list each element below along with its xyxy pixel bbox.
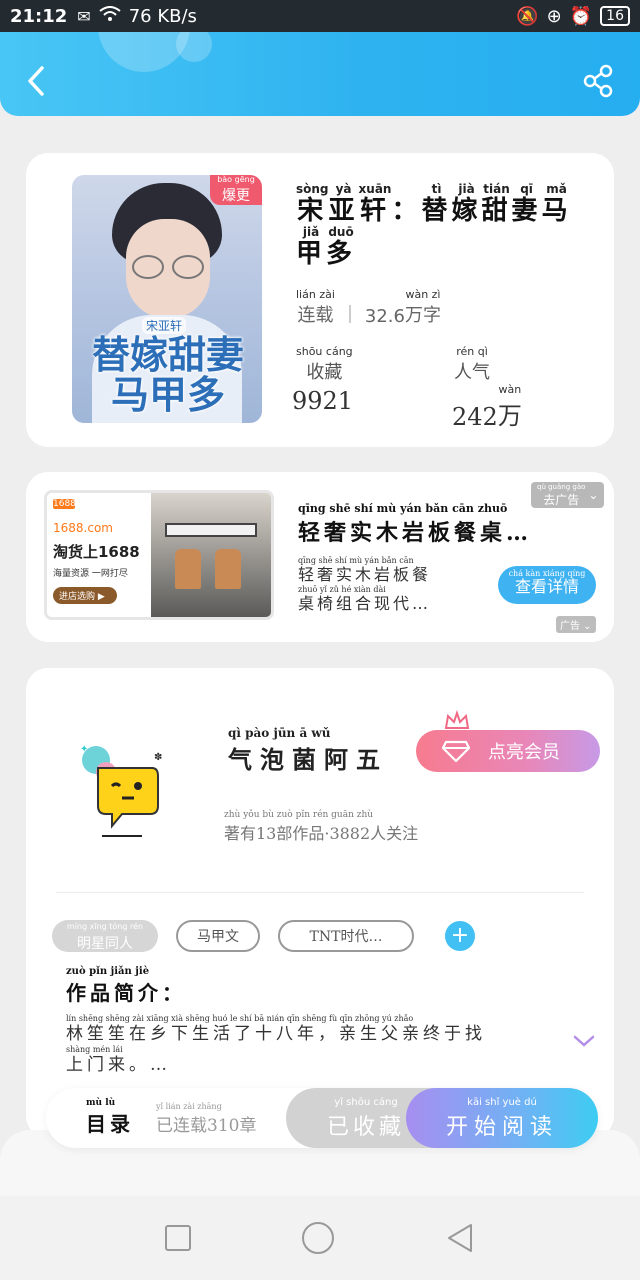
status-bar: 21:12 ✉ 76 KB/s 🔕 ⊕ ⏰ 16 (0, 0, 640, 32)
ad-title: qīng shē shí mù yán bǎn cān zhuō 轻奢实木岩板餐… (298, 502, 533, 546)
status-time: 21:12 (10, 5, 68, 27)
view-details-button[interactable]: chá kàn xiáng qíng 查看详情 (498, 566, 596, 604)
battery-indicator: 16 (600, 6, 630, 26)
book-intro[interactable]: lín shēng shēng zài xiāng xià shēng huó … (66, 1014, 556, 1076)
ad-tag: 广告 ⌄ (556, 616, 596, 633)
start-reading-button[interactable]: kāi shǐ yuè dú 开始阅读 (406, 1088, 598, 1148)
title-char: qī 妻 (511, 182, 542, 227)
back-button[interactable] (22, 62, 52, 100)
network-speed: 76 KB/s (128, 5, 197, 27)
hot-update-badge: bào gēng 爆更 (210, 175, 262, 205)
title-char: jiǎ 甲 (296, 225, 327, 270)
book-cover[interactable]: 宋亚轩 替嫁甜妻马甲多 (72, 175, 262, 423)
title-char: ： (391, 196, 422, 226)
chevron-left-icon (28, 66, 44, 96)
wifi-icon (99, 6, 121, 26)
chapter-count: yǐ lián zài zhāng 已连载310章 (156, 1102, 257, 1136)
notification-icon: ✉ (77, 6, 91, 26)
crown-icon (444, 710, 470, 729)
cover-title: 替嫁甜妻马甲多 (91, 332, 244, 417)
app-header: 21:12 ✉ 76 KB/s 🔕 ⊕ ⏰ 16 (0, 0, 640, 116)
lock-icon: ⊕ (546, 5, 562, 27)
back-triangle-icon[interactable] (445, 1222, 475, 1254)
title-char: duō 多 (326, 225, 357, 270)
home-button[interactable] (301, 1222, 334, 1254)
title-char: xuān 轩 (358, 182, 392, 227)
tag-item[interactable]: 马甲文 (176, 920, 260, 952)
author-stats: zhù yǒu bù zuò pǐn rén guān zhù 著有13部作品·… (224, 810, 419, 843)
title-char: tián 甜 (481, 182, 512, 227)
diamond-icon (442, 740, 470, 762)
ad-logo: 1688 (53, 499, 76, 509)
author-avatar[interactable]: ✦ ✽ (66, 730, 176, 840)
word-count: 32.6 (364, 306, 405, 327)
ad-shop-button: 进店选购 ▶ (53, 587, 117, 604)
popularity-value: 242 wàn 万 (452, 383, 522, 431)
title-char: sòng 宋 (296, 182, 329, 227)
tag-item[interactable]: míng xīng tóng rén 明星同人 (52, 920, 158, 952)
ad-image[interactable]: 1688 1688.com 淘货上1688 海量资源 一网打尽 进店选购 ▶ (44, 490, 274, 620)
alarm-icon: ⏰ (569, 5, 593, 27)
share-icon (583, 64, 613, 98)
favorites-value: 9921 (292, 387, 354, 415)
title-char: mǎ 马 (541, 182, 572, 227)
chevron-down-icon[interactable] (572, 1032, 596, 1050)
remove-ad-button[interactable]: qù guǎng gào 去广告 ⌄ (531, 482, 605, 508)
book-info-card: 宋亚轩 替嫁甜妻马甲多 bào gēng 爆更 sòng 宋 yà 亚 xuān 轩 ： t… (26, 153, 614, 447)
divider (56, 892, 584, 893)
ad-furniture-photo (151, 493, 271, 617)
serial-status: lián zài 连载 (296, 288, 335, 326)
popularity-label: rén qì 人气 (454, 345, 490, 383)
book-status-line: lián zài 连载 32.6 wàn zì 万字 (296, 288, 441, 327)
author-card: ✦ ✽ qì pào jūn ā wǔ 气泡菌阿五 点亮会员 zhù yǒu b… (26, 668, 614, 1138)
svg-text:✽: ✽ (154, 752, 162, 763)
vip-button[interactable]: 点亮会员 (416, 730, 600, 772)
ad-card[interactable]: 1688 1688.com 淘货上1688 海量资源 一网打尽 进店选购 ▶ q… (26, 472, 614, 642)
title-char: tì 替 (421, 182, 452, 227)
ad-site: 1688.com (53, 521, 113, 535)
share-button[interactable] (582, 64, 616, 98)
ad-slogan: 淘货上1688 (53, 543, 140, 561)
ad-description: qīng shē shí mù yán bǎn cān 轻奢实木岩板餐 zhuō… (298, 556, 432, 613)
favorites-label: shōu cáng 收藏 (296, 345, 353, 383)
author-name[interactable]: qì pào jūn ā wǔ 气泡菌阿五 (228, 726, 388, 775)
mute-icon: 🔕 (516, 5, 539, 27)
title-char: jià 嫁 (451, 182, 482, 227)
title-char: yà 亚 (328, 182, 359, 227)
tag-item[interactable]: TNT时代… (278, 920, 414, 952)
intro-label: zuò pǐn jiǎn jiè 作品简介： (66, 966, 186, 1005)
toc-button[interactable]: mù lù 目录 (86, 1098, 134, 1137)
svg-text:✦: ✦ (80, 744, 88, 755)
book-title: sòng 宋 yà 亚 xuān 轩 ： tì 替 jià 嫁 tián 甜 qī 妻 mǎ 马 jiǎ 甲 duō… (296, 182, 596, 270)
add-tag-button[interactable]: + (445, 921, 475, 951)
recents-button[interactable] (165, 1225, 192, 1251)
system-nav-bar (0, 1196, 640, 1280)
chevron-down-icon: ⌄ (588, 488, 599, 502)
ad-subslogan: 海量资源 一网打尽 (53, 569, 128, 579)
bottom-action-bar: mù lù 目录 yǐ lián zài zhāng 已连载310章 yǐ sh… (46, 1088, 598, 1148)
